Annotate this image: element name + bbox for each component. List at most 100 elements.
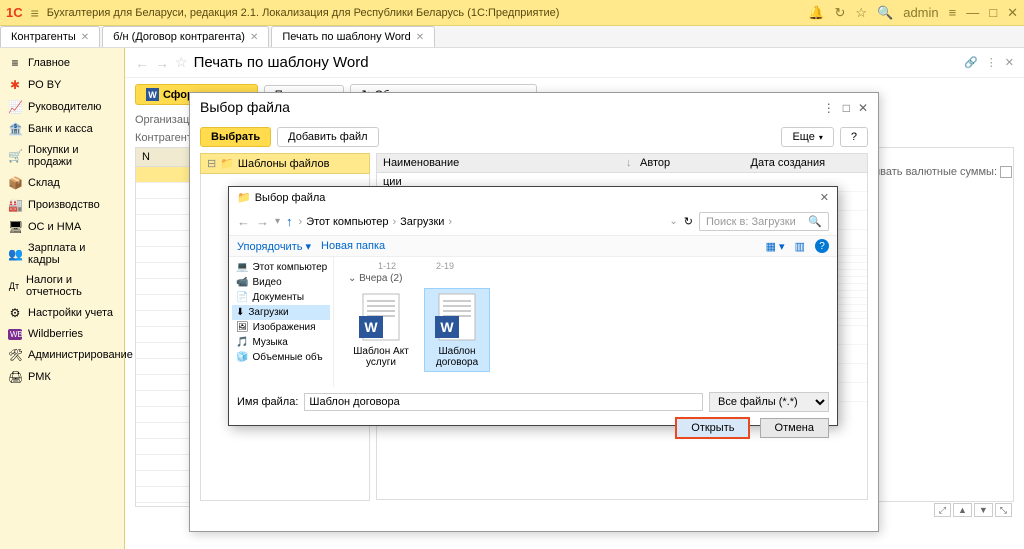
help-button[interactable]: ? — [840, 127, 868, 147]
wb-icon: WB — [8, 329, 22, 340]
folder-icon: 📁 — [220, 157, 234, 170]
app-title: Бухгалтерия для Беларуси, редакция 2.1. … — [47, 7, 808, 19]
sidebar-item-production[interactable]: 🏭Производство — [0, 194, 124, 216]
modal-max-icon[interactable]: □ — [843, 101, 850, 115]
tree-item[interactable]: 📄Документы — [232, 290, 330, 305]
nav-up-icon[interactable]: ↑ — [286, 214, 293, 229]
tree-item[interactable]: 🧊Объемные объ — [232, 350, 330, 365]
grid-nav-down[interactable]: ▼ — [974, 503, 993, 517]
svg-text:W: W — [364, 319, 378, 335]
tab-contragents[interactable]: Контрагенты✕ — [0, 26, 100, 47]
sidebar-item-sales[interactable]: 🛒Покупки и продажи — [0, 140, 124, 172]
sidebar-item-settings[interactable]: ⚙Настройки учета — [0, 302, 124, 324]
search-input[interactable]: Поиск в: Загрузки🔍 — [699, 212, 829, 231]
filename-input[interactable] — [304, 393, 703, 411]
nav-fwd-icon[interactable]: → — [256, 214, 269, 229]
tree-item[interactable]: 🖼Изображения — [232, 320, 330, 335]
select-button[interactable]: Выбрать — [200, 127, 271, 147]
counter-label: Контрагент: — [135, 132, 195, 144]
modal-close-icon[interactable]: ✕ — [858, 101, 868, 115]
more-button[interactable]: Еще ▾ — [781, 127, 833, 147]
sidebar-item-manager[interactable]: 📈Руководителю — [0, 96, 124, 118]
nav-back-icon[interactable]: ← — [135, 55, 149, 71]
nav-back-icon[interactable]: ← — [237, 214, 250, 229]
sidebar-item-bank[interactable]: 🏦Банк и касса — [0, 118, 124, 140]
preview-icon[interactable]: ▥ — [795, 240, 805, 253]
nav-fwd-icon[interactable]: → — [155, 55, 169, 71]
help-icon[interactable]: ? — [815, 239, 829, 253]
menu-icon[interactable]: ≡ — [31, 5, 39, 21]
page-header: ← → ☆ Печать по шаблону Word 🔗 ⋮ ✕ — [125, 48, 1024, 78]
grid-nav-up[interactable]: ▲ — [953, 503, 972, 517]
refresh-icon[interactable]: ↻ — [684, 215, 693, 228]
tree-root[interactable]: ⊟📁Шаблоны файлов — [200, 153, 370, 174]
word-icon: W — [146, 88, 159, 101]
sidebar-item-wb[interactable]: WBWildberries — [0, 324, 124, 344]
star-icon[interactable]: ☆ — [855, 5, 867, 21]
tree-item[interactable]: 📹Видео — [232, 275, 330, 290]
dropdown-icon[interactable]: ⌄ — [669, 216, 677, 227]
search-icon[interactable]: 🔍 — [877, 5, 893, 21]
user-label[interactable]: admin — [903, 5, 938, 20]
tax-icon: Дт — [8, 281, 20, 291]
tab-close-icon[interactable]: ✕ — [81, 32, 89, 43]
tree-item[interactable]: 🎵Музыка — [232, 335, 330, 350]
view-menu[interactable]: ▦ ▾ — [766, 240, 785, 253]
organize-menu[interactable]: Упорядочить ▾ — [237, 240, 311, 253]
maximize-icon[interactable]: □ — [989, 5, 997, 20]
history-icon[interactable]: ↻ — [834, 5, 845, 21]
sidebar-item-salary[interactable]: 👥Зарплата и кадры — [0, 238, 124, 270]
gear-icon: ⚙ — [8, 306, 22, 320]
new-folder-button[interactable]: Новая папка — [321, 240, 385, 252]
tab-contract[interactable]: б/н (Договор контрагента)✕ — [102, 26, 269, 47]
box-icon: 📦 — [8, 176, 22, 190]
logo: 1С — [6, 5, 23, 20]
chart-icon: 📈 — [8, 100, 22, 114]
os-file-dialog: 📁 Выбор файла ✕ ← → ▾ ↑ ›Этот компьютер›… — [228, 186, 838, 426]
modal-title: Выбор файла — [200, 99, 290, 115]
bell-icon[interactable]: 🔔 — [808, 5, 824, 21]
tools-icon: 🛠 — [8, 348, 22, 362]
sidebar-item-roby[interactable]: ✱РО BY — [0, 74, 124, 96]
nav-hist-icon[interactable]: ▾ — [275, 216, 280, 227]
sidebar-item-main[interactable]: ≡Главное — [0, 52, 124, 74]
link-icon[interactable]: 🔗 — [964, 56, 978, 69]
tab-close-icon[interactable]: ✕ — [416, 32, 424, 43]
close-icon[interactable]: ✕ — [1007, 5, 1018, 21]
print-icon: 🖨 — [8, 370, 22, 384]
tab-print-word[interactable]: Печать по шаблону Word✕ — [271, 26, 435, 47]
sidebar-item-rmk[interactable]: 🖨РМК — [0, 366, 124, 388]
more-icon[interactable]: ⋮ — [986, 56, 997, 69]
tab-close-icon[interactable]: ✕ — [250, 32, 258, 43]
open-button[interactable]: Открыть — [675, 417, 750, 439]
cart-icon: 🛒 — [8, 149, 22, 163]
breadcrumb[interactable]: ›Этот компьютер›Загрузки› — [299, 216, 664, 228]
group-label: ⌄ Вчера (2) — [338, 271, 833, 286]
star-icon: ✱ — [8, 78, 22, 92]
sidebar-item-taxes[interactable]: ДтНалоги и отчетность — [0, 270, 124, 302]
folder-tree: 💻Этот компьютер📹Видео📄Документы⬇Загрузки… — [229, 257, 334, 387]
file-item[interactable]: WШаблон договора — [424, 288, 490, 372]
page-close-icon[interactable]: ✕ — [1005, 56, 1014, 69]
tree-item[interactable]: ⬇Загрузки — [232, 305, 330, 320]
cancel-button[interactable]: Отмена — [760, 418, 829, 438]
sidebar-item-assets[interactable]: 🖥ОС и НМА — [0, 216, 124, 238]
fav-icon[interactable]: ☆ — [175, 54, 188, 71]
dialog-close-icon[interactable]: ✕ — [820, 191, 829, 204]
modal-more-icon[interactable]: ⋮ — [823, 101, 835, 115]
file-item[interactable]: WШаблон Акт услуги — [348, 288, 414, 372]
grid-nav-first[interactable]: ⤢ — [934, 503, 951, 517]
grid-nav-last[interactable]: ⤡ — [995, 503, 1012, 517]
sidebar-item-admin[interactable]: 🛠Администрирование — [0, 344, 124, 366]
tabbar: Контрагенты✕ б/н (Договор контрагента)✕ … — [0, 26, 1024, 48]
file-filter-select[interactable]: Все файлы (*.*) — [709, 392, 829, 412]
people-icon: 👥 — [8, 247, 22, 261]
minimize-icon[interactable]: — — [966, 5, 979, 20]
sidebar-item-warehouse[interactable]: 📦Склад — [0, 172, 124, 194]
add-file-button[interactable]: Добавить файл — [277, 127, 378, 147]
table-header: Наименование↓АвторДата создания — [376, 153, 868, 173]
dialog-title: Выбор файла — [255, 192, 326, 204]
bank-icon: 🏦 — [8, 122, 22, 136]
settings-icon[interactable]: ≡ — [949, 5, 957, 20]
tree-item[interactable]: 💻Этот компьютер — [232, 260, 330, 275]
